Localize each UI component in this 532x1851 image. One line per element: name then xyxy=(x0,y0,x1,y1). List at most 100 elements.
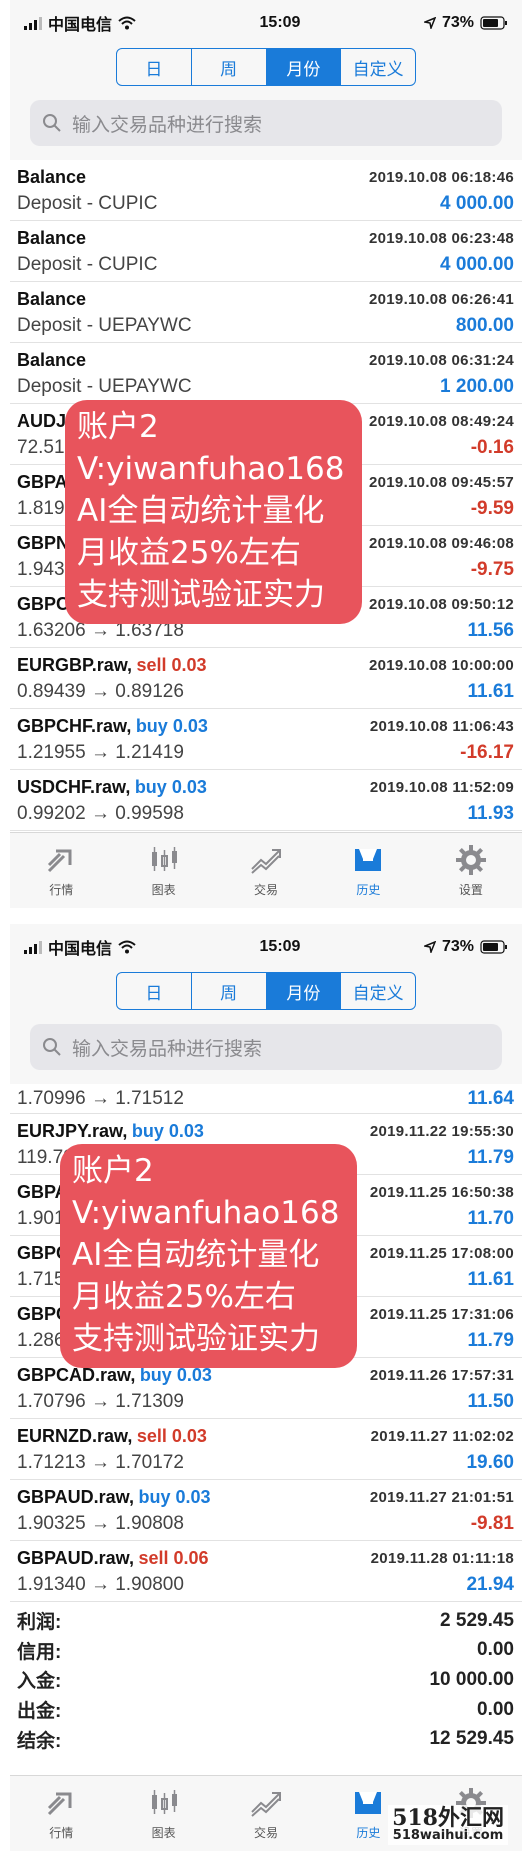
order-side: buy 0.03 xyxy=(134,776,207,797)
tab-label: 历史 xyxy=(356,883,381,897)
chart-icon xyxy=(151,1790,177,1814)
tab-label: 历史 xyxy=(356,1826,381,1840)
history-row[interactable]: GBPAUD.raw, buy 0.03 2019.11.27 21:01:51 1… xyxy=(10,1480,522,1541)
battery-icon xyxy=(480,940,507,954)
order-side: sell 0.03 xyxy=(136,1425,207,1446)
location-icon xyxy=(423,17,436,29)
row-description: Deposit - UEPAYWC xyxy=(17,315,192,336)
tab-quotes[interactable]: 行情 xyxy=(10,1776,112,1851)
segment-day[interactable]: 日 xyxy=(117,973,192,1009)
summary-value: 12 529.45 xyxy=(429,1728,514,1750)
segment-custom[interactable]: 自定义 xyxy=(341,973,415,1009)
timestamp: 2019.11.25 16:50:38 xyxy=(369,1183,514,1201)
history-row[interactable]: Balance 2019.10.08 06:18:46 Deposit - CUPI… xyxy=(10,160,522,221)
summary-line: 利润: 2 529.45 xyxy=(17,1606,514,1636)
row-description: 1.71213 → 1.70172 xyxy=(17,1452,184,1473)
tab-label: 设置 xyxy=(458,883,483,897)
watermark-logo: 518外汇网 518waihui.com xyxy=(388,1805,508,1845)
history-row[interactable]: Balance 2019.10.08 06:31:24 Deposit - UEPA… xyxy=(10,343,522,404)
search-input[interactable]: 输入交易品种进行搜索 xyxy=(30,1024,502,1070)
profit-amount: 800.00 xyxy=(455,315,514,336)
list-item-partial[interactable]: 1.70996 → 1.71512 11.64 xyxy=(10,1084,522,1114)
search-icon xyxy=(43,1038,61,1056)
summary-value: 10 000.00 xyxy=(429,1668,514,1690)
tab-quotes[interactable]: 行情 xyxy=(10,833,112,908)
symbol-label: Balance xyxy=(17,349,87,370)
timestamp: 2019.11.27 21:01:51 xyxy=(369,1488,514,1506)
history-row[interactable]: Balance 2019.10.08 06:26:41 Deposit - UEPA… xyxy=(10,282,522,343)
tab-label: 行情 xyxy=(49,1826,74,1840)
clock: 15:09 xyxy=(259,14,301,31)
order-side: buy 0.03 xyxy=(131,1120,204,1141)
tab-charts[interactable]: 图表 xyxy=(112,1776,214,1851)
timestamp: 2019.10.08 06:23:48 xyxy=(369,229,514,247)
summary-key: 入金: xyxy=(17,1671,62,1693)
location-icon xyxy=(423,941,436,953)
symbol-label: GBPCHF.raw, xyxy=(17,715,132,736)
tab-charts[interactable]: 图表 xyxy=(112,833,214,908)
status-bar: 中国电信 15:09 73% xyxy=(10,924,522,970)
history-row[interactable]: Balance 2019.10.08 06:23:48 Deposit - CUPI… xyxy=(10,221,522,282)
summary-key: 出金: xyxy=(17,1701,62,1723)
summary-line: 结余: 12 529.45 xyxy=(17,1724,514,1754)
quotes-icon xyxy=(48,1792,72,1816)
profit-amount: 1 200.00 xyxy=(440,376,514,397)
timestamp: 2019.11.25 17:31:06 xyxy=(369,1305,514,1323)
profit-amount: 19.60 xyxy=(466,1452,514,1473)
period-segmented-control: 日 周 月份 自定义 xyxy=(116,972,416,1010)
profit-amount: 21.94 xyxy=(466,1574,514,1595)
timestamp: 2019.10.08 06:26:41 xyxy=(369,290,514,308)
search-placeholder: 输入交易品种进行搜索 xyxy=(72,114,263,136)
summary-value: 0.00 xyxy=(477,1698,514,1720)
timestamp: 2019.10.08 09:50:12 xyxy=(369,595,514,613)
row-description: 1.70796 → 1.71309 xyxy=(17,1391,184,1412)
profit-amount: 11.56 xyxy=(467,620,515,641)
segment-custom[interactable]: 自定义 xyxy=(341,49,415,85)
overlay-line: 支持测试验证实力 xyxy=(77,577,325,613)
overlay-line: 账户2 xyxy=(77,409,159,445)
chart-icon xyxy=(151,847,177,871)
row-description: Deposit - UEPAYWC xyxy=(17,376,192,397)
profit-amount: 11.61 xyxy=(467,1269,515,1290)
profit-amount: 11.70 xyxy=(467,1208,515,1229)
segment-week[interactable]: 周 xyxy=(192,49,267,85)
overlay-line: 月收益25%左右 xyxy=(77,535,301,571)
profit-amount: 11.61 xyxy=(467,681,515,702)
segment-day[interactable]: 日 xyxy=(117,49,192,85)
overlay-line: 支持测试验证实力 xyxy=(72,1321,320,1357)
search-placeholder: 输入交易品种进行搜索 xyxy=(72,1038,263,1060)
tab-bar: 行情 图表 交易 历史 设置 xyxy=(10,832,522,908)
tab-trade[interactable]: 交易 xyxy=(215,833,317,908)
overlay-line: AI全自动统计量化 xyxy=(77,493,325,529)
timestamp: 2019.11.28 01:11:18 xyxy=(370,1549,514,1567)
battery-icon xyxy=(480,16,507,30)
timestamp: 2019.10.08 06:18:46 xyxy=(369,168,514,186)
tab-history[interactable]: 历史 xyxy=(317,833,419,908)
tab-label: 图表 xyxy=(151,883,176,897)
history-row[interactable]: GBPCHF.raw, buy 0.03 2019.10.08 11:06:43 1… xyxy=(10,709,522,770)
tab-settings[interactable]: 设置 xyxy=(420,833,522,908)
profit-amount: -0.16 xyxy=(470,437,514,458)
history-row[interactable]: GBPAUD.raw, sell 0.06 2019.11.28 01:11:18… xyxy=(10,1541,522,1602)
profit-amount: -9.59 xyxy=(470,498,514,519)
tab-label: 行情 xyxy=(49,883,74,897)
battery-percent: 73% xyxy=(441,14,474,31)
segment-month[interactable]: 月份 xyxy=(266,49,342,85)
history-row[interactable]: EURGBP.raw, sell 0.03 2019.10.08 10:00:00… xyxy=(10,648,522,709)
tab-trade[interactable]: 交易 xyxy=(215,1776,317,1851)
promo-overlay: 账户2 V:yiwanfuhao168 AI全自动统计量化 月收益25%左右 支… xyxy=(65,400,363,624)
history-row[interactable]: USDCHF.raw, buy 0.03 2019.10.08 11:52:09 0… xyxy=(10,770,522,831)
symbol-label: GBPAUD.raw, xyxy=(17,1547,135,1568)
history-row[interactable]: EURNZD.raw, sell 0.03 2019.11.27 11:02:02… xyxy=(10,1419,522,1480)
timestamp: 2019.10.08 08:49:24 xyxy=(369,412,514,430)
segment-week[interactable]: 周 xyxy=(192,973,267,1009)
carrier-label: 中国电信 xyxy=(48,17,113,34)
screenshot-1: 中国电信 15:09 73% 日 周 月份 自定义 输入交易品种进行搜索 Bal… xyxy=(10,0,522,908)
timestamp: 2019.10.08 10:00:00 xyxy=(369,656,514,674)
summary-value: 0.00 xyxy=(477,1639,514,1661)
summary-line: 信用: 0.00 xyxy=(17,1636,514,1666)
segment-month[interactable]: 月份 xyxy=(266,973,342,1009)
search-input[interactable]: 输入交易品种进行搜索 xyxy=(30,100,502,146)
profit-amount: 11.93 xyxy=(467,803,515,824)
search-icon xyxy=(43,114,61,132)
